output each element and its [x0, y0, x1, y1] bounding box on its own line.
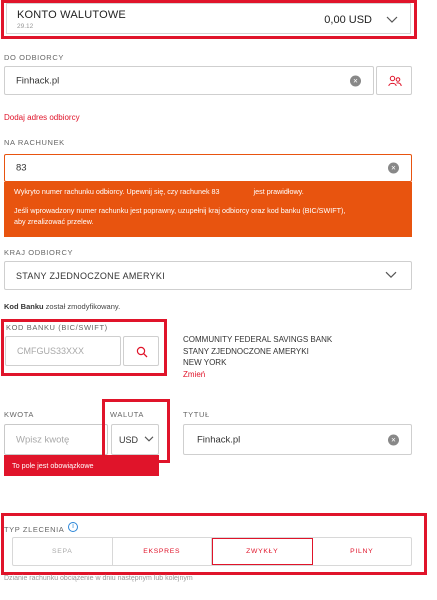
tab-zwykly[interactable]: ZWYKŁY	[212, 538, 313, 565]
error-line-3: aby zrealizować przelew.	[14, 217, 94, 226]
account-date: 29.12	[17, 23, 34, 30]
country-label: KRAJ ODBIORCY	[4, 248, 74, 257]
order-type-label: TYP ZLECENIA	[4, 525, 65, 534]
tab-pilny[interactable]: PILNY	[313, 538, 412, 565]
order-type-tabs: SEPA EKSPRES ZWYKŁY PILNY	[12, 537, 412, 566]
bank-search-button[interactable]	[123, 336, 159, 366]
info-icon[interactable]: i	[68, 522, 78, 532]
amount-placeholder: Wpisz kwotę	[16, 434, 70, 445]
error-line-1: Wykryto numer rachunku odbiorcy. Upewnij…	[14, 187, 304, 196]
bank-city: NEW YORK	[183, 358, 227, 367]
recipient-label: DO ODBIORCY	[4, 53, 64, 62]
footer-note: Dzianie rachunku obciążenie w dniu nastę…	[4, 575, 193, 582]
contacts-icon	[388, 75, 402, 87]
currency-value: USD	[119, 434, 139, 445]
clear-icon[interactable]: ×	[388, 162, 399, 174]
clear-icon[interactable]: ×	[388, 434, 399, 445]
account-balance: 0,00 USD	[324, 14, 372, 26]
search-icon	[136, 346, 148, 358]
title-label: TYTUŁ	[183, 410, 210, 419]
bank-code-label: KOD BANKU (BIC/SWIFT)	[6, 323, 108, 332]
title-value: Finhack.pl	[197, 434, 241, 445]
account-number-input[interactable]: 83 ×	[4, 154, 412, 182]
error-line-2: Jeśli wprowadzony numer rachunku jest po…	[14, 206, 346, 215]
change-bank-link[interactable]: Zmień	[183, 369, 332, 381]
amount-label: KWOTA	[4, 410, 34, 419]
bank-name: COMMUNITY FEDERAL SAVINGS BANK	[183, 335, 333, 344]
amount-error: To pole jest obowiązkowe	[4, 455, 159, 476]
add-recipient-address-link[interactable]: Dodaj adres odbiorcy	[4, 113, 80, 122]
title-input[interactable]: Finhack.pl ×	[183, 424, 412, 455]
account-number-label: NA RACHUNEK	[4, 138, 65, 147]
chevron-down-icon	[385, 271, 397, 278]
currency-select[interactable]: USD	[111, 424, 159, 455]
chevron-down-icon[interactable]	[386, 16, 398, 24]
recipient-input[interactable]: Finhack.pl ×	[4, 66, 374, 95]
account-title: KONTO WALUTOWE	[17, 9, 126, 21]
account-selector[interactable]: KONTO WALUTOWE 29.12 0,00 USD	[6, 3, 411, 34]
chevron-down-icon	[144, 435, 154, 442]
clear-icon[interactable]: ×	[350, 75, 361, 86]
bank-info: COMMUNITY FEDERAL SAVINGS BANK STANY ZJE…	[183, 334, 332, 380]
address-book-button[interactable]	[376, 66, 412, 95]
recipient-value: Finhack.pl	[16, 75, 60, 86]
account-number-error: Wykryto numer rachunku odbiorcy. Upewnij…	[4, 182, 412, 237]
bank-code-placeholder: CMFGUS33XXX	[17, 346, 85, 356]
bank-country: STANY ZJEDNOCZONE AMERYKI	[183, 346, 309, 356]
tab-sepa[interactable]: SEPA	[13, 538, 113, 565]
currency-label: WALUTA	[110, 410, 145, 419]
account-number-value: 83	[16, 162, 27, 174]
bank-code-modified-note: Kod Banku został zmodyfikowany.	[4, 302, 121, 311]
amount-input[interactable]: Wpisz kwotę	[4, 424, 108, 455]
country-select[interactable]: STANY ZJEDNOCZONE AMERYKI	[4, 261, 412, 290]
country-value: STANY ZJEDNOCZONE AMERYKI	[16, 270, 166, 281]
bank-code-input[interactable]: CMFGUS33XXX	[5, 336, 121, 366]
tab-ekspres[interactable]: EKSPRES	[113, 538, 212, 565]
